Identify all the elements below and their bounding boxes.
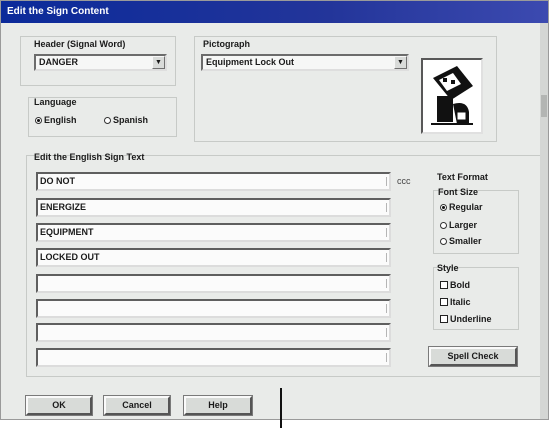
chevron-down-icon[interactable]: ▼: [394, 56, 407, 69]
pictograph-select[interactable]: Equipment Lock Out ▼: [201, 54, 409, 71]
sign-text-label: Edit the English Sign Text: [34, 152, 145, 162]
checkbox-underline[interactable]: Underline: [440, 314, 492, 324]
signal-word-select[interactable]: DANGER ▼: [34, 54, 167, 71]
vertical-scrollbar[interactable]: [540, 23, 548, 419]
radio-spanish[interactable]: Spanish: [104, 115, 148, 125]
sign-text-line-3[interactable]: EQUIPMENT: [36, 223, 391, 242]
header-label: Header (Signal Word): [34, 39, 126, 49]
sign-text-line-2[interactable]: ENERGIZE: [36, 198, 391, 217]
sign-text-line-5[interactable]: [36, 274, 391, 293]
radio-smaller-label: Smaller: [449, 236, 482, 246]
scrollbar-thumb[interactable]: [541, 95, 547, 117]
radio-regular[interactable]: Regular: [440, 202, 483, 212]
sign-text-line-7[interactable]: [36, 323, 391, 342]
checkbox-underline-label: Underline: [450, 314, 492, 324]
sign-text-line-1[interactable]: DO NOT: [36, 172, 391, 191]
line-2-text: ENERGIZE: [40, 202, 87, 212]
radio-indicator[interactable]: [440, 222, 447, 229]
line-3-text: EQUIPMENT: [40, 227, 94, 237]
radio-larger-label: Larger: [449, 220, 478, 230]
pictograph-preview: [421, 58, 483, 134]
radio-english[interactable]: English: [35, 115, 77, 125]
ok-button[interactable]: OK: [25, 395, 93, 416]
chevron-down-icon[interactable]: ▼: [152, 56, 165, 69]
line-4-text: LOCKED OUT: [40, 252, 100, 262]
checkbox-italic-label: Italic: [450, 297, 471, 307]
radio-spanish-label: Spanish: [113, 115, 149, 125]
radio-indicator[interactable]: [440, 204, 447, 211]
checkbox-bold[interactable]: Bold: [440, 280, 470, 290]
radio-larger[interactable]: Larger: [440, 220, 477, 230]
lockout-pictograph-icon: [431, 66, 473, 125]
pictograph-label: Pictograph: [203, 39, 251, 49]
checkbox-italic[interactable]: Italic: [440, 297, 471, 307]
signal-word-value: DANGER: [39, 57, 79, 67]
pictograph-value: Equipment Lock Out: [206, 57, 295, 67]
radio-indicator[interactable]: [440, 238, 447, 245]
line-1-text: DO NOT: [40, 176, 75, 186]
sign-text-line-8[interactable]: [36, 348, 391, 367]
spell-check-button[interactable]: Spell Check: [428, 346, 518, 367]
font-size-label: Font Size: [438, 187, 478, 197]
radio-english-label: English: [44, 115, 77, 125]
radio-indicator[interactable]: [104, 117, 111, 124]
cancel-button[interactable]: Cancel: [103, 395, 171, 416]
style-label: Style: [437, 263, 459, 273]
checkbox-bold-label: Bold: [450, 280, 470, 290]
text-cursor-marker: [280, 388, 282, 428]
edit-sign-dialog: Edit the Sign Content Header (Signal Wor…: [0, 0, 549, 420]
checkbox-indicator[interactable]: [440, 315, 448, 323]
checkbox-indicator[interactable]: [440, 298, 448, 306]
language-label: Language: [34, 97, 77, 107]
help-button[interactable]: Help: [183, 395, 253, 416]
line-hint: ccc: [397, 176, 411, 186]
text-format-label: Text Format: [437, 172, 488, 182]
checkbox-indicator[interactable]: [440, 281, 448, 289]
radio-indicator[interactable]: [35, 117, 42, 124]
sign-text-line-6[interactable]: [36, 299, 391, 318]
radio-smaller[interactable]: Smaller: [440, 236, 482, 246]
sign-text-line-4[interactable]: LOCKED OUT: [36, 248, 391, 267]
title-bar: Edit the Sign Content: [1, 1, 548, 23]
radio-regular-label: Regular: [449, 202, 483, 212]
